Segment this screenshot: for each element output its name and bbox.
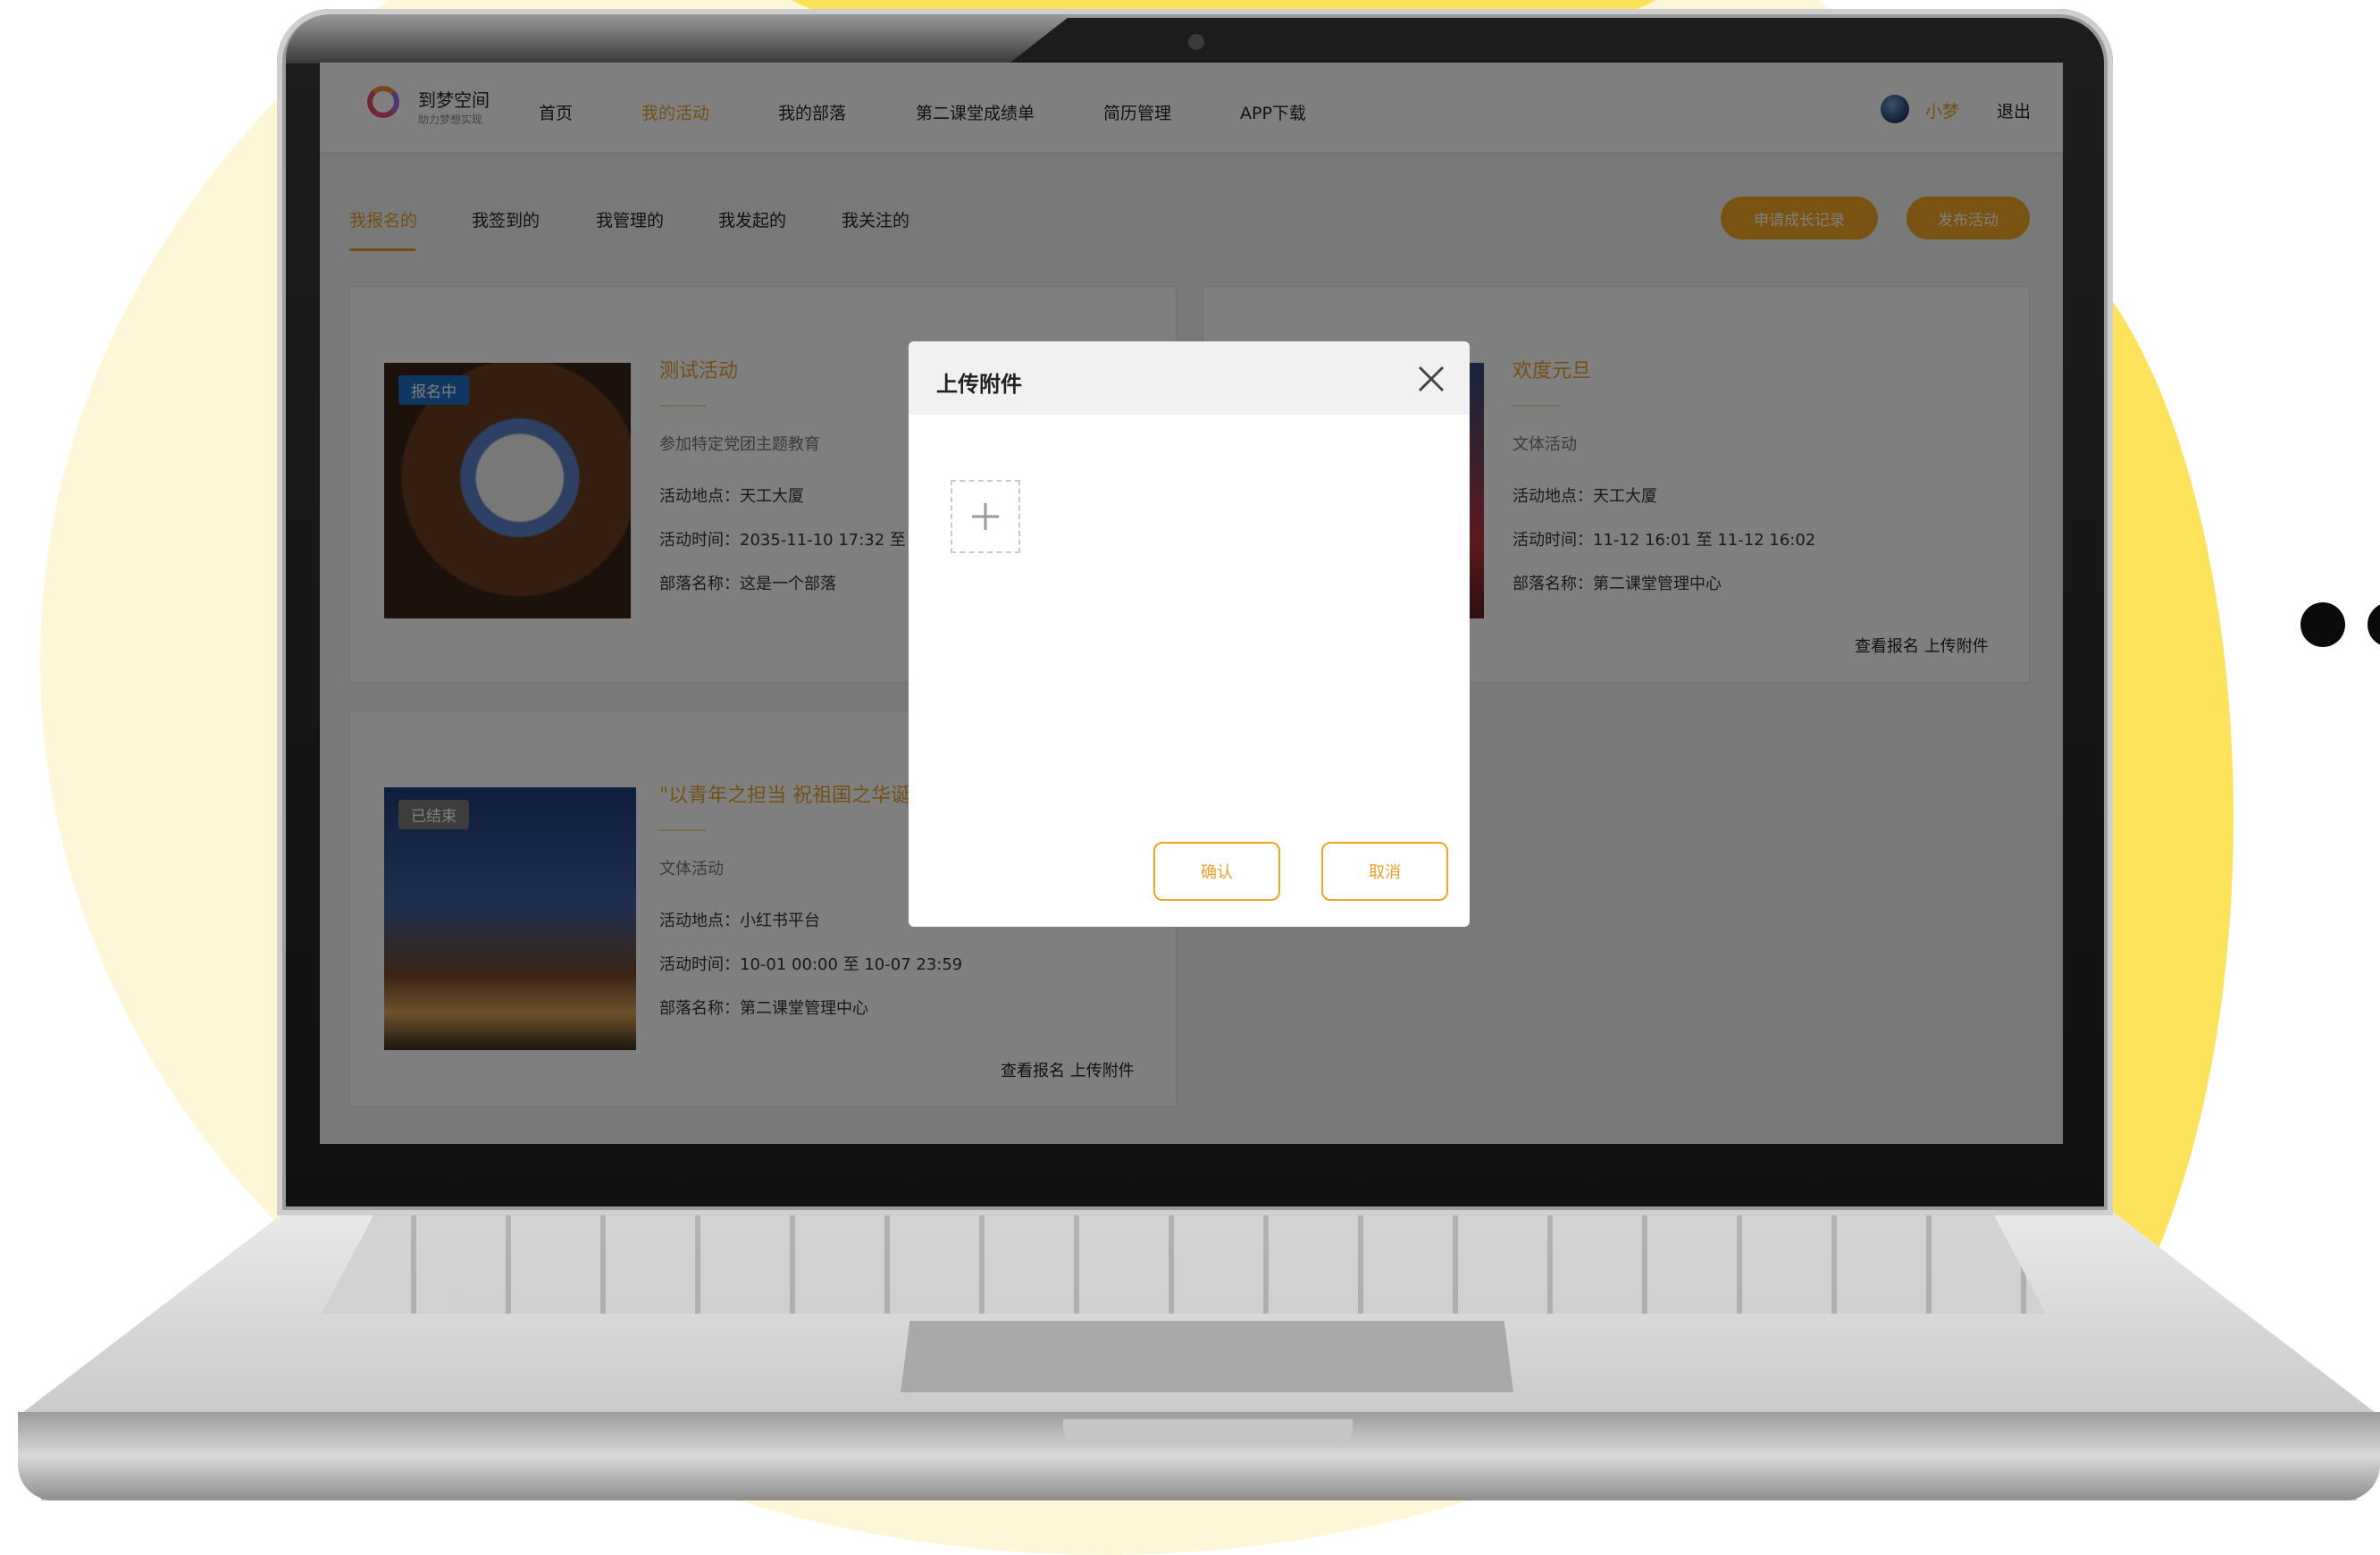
- laptop-lid-glare: [286, 14, 1072, 63]
- cancel-button[interactable]: 取消: [1321, 842, 1448, 901]
- laptop-trackpad: [901, 1321, 1513, 1392]
- upload-dropzone[interactable]: [951, 480, 1020, 553]
- browser-screen: 到梦空间 助力梦想实现 首页 我的活动 我的部落 第二课堂成绩单 简历管理 AP…: [320, 63, 2063, 1144]
- close-icon[interactable]: [1414, 362, 1448, 396]
- dialog-title: 上传附件: [936, 372, 1022, 397]
- decor-dot: [2367, 602, 2380, 647]
- confirm-button[interactable]: 确认: [1153, 842, 1280, 901]
- plus-icon: [972, 503, 999, 530]
- laptop-notch: [1063, 1419, 1353, 1444]
- laptop-keyboard: [322, 1215, 2046, 1314]
- upload-attachment-dialog: 上传附件 确认 取消: [909, 341, 1470, 927]
- decor-dot: [2300, 602, 2345, 647]
- dialog-header: 上传附件: [909, 341, 1470, 415]
- webcam: [1188, 34, 1204, 50]
